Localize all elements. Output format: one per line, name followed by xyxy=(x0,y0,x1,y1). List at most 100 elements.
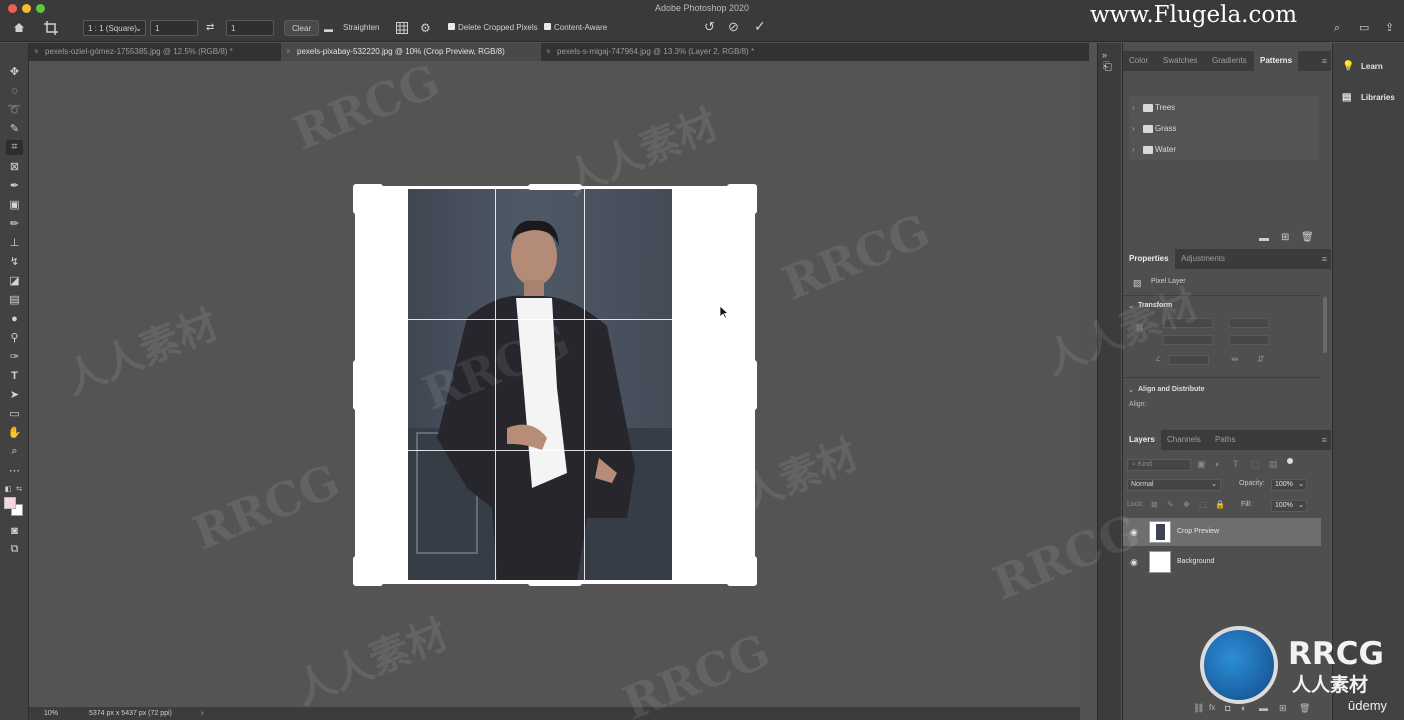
opacity-input[interactable]: 100% ⌄ xyxy=(1271,479,1307,491)
default-colors-icon[interactable]: ◧ xyxy=(3,481,13,496)
tab-swatches[interactable]: Swatches xyxy=(1157,51,1204,71)
content-aware-checkbox[interactable]: Content-Aware xyxy=(544,20,607,36)
lock-image-icon[interactable]: ✎ xyxy=(1167,500,1174,509)
tab-color[interactable]: Color xyxy=(1123,51,1154,71)
new-group-folder-icon[interactable]: ▬ xyxy=(1259,233,1269,245)
home-icon[interactable] xyxy=(13,22,25,33)
new-group-folder-icon[interactable]: ▬ xyxy=(1259,703,1268,713)
screen-mode-icon[interactable]: ⧉ xyxy=(6,542,23,557)
gradient-tool-icon[interactable]: ▤ xyxy=(6,292,23,307)
crop-handle-bottom[interactable] xyxy=(528,580,582,586)
gear-icon[interactable]: ⚙ xyxy=(420,22,431,34)
tab-patterns[interactable]: Patterns xyxy=(1254,51,1299,71)
healing-brush-tool-icon[interactable]: ▣ xyxy=(6,197,23,212)
fx-icon[interactable]: fx xyxy=(1209,703,1215,712)
filter-pixel-icon[interactable]: ▣ xyxy=(1197,459,1206,470)
layer-row-background[interactable]: ◉ Background xyxy=(1123,548,1321,576)
layer-filter-select[interactable]: ⌕ Kind xyxy=(1127,459,1191,471)
flip-horizontal-icon[interactable]: ⇹ xyxy=(1231,354,1239,365)
more-tools-icon[interactable]: ⋯ xyxy=(6,463,23,478)
canvas-area[interactable] xyxy=(29,61,1080,707)
lasso-tool-icon[interactable]: ➰ xyxy=(6,102,23,117)
foreground-color-swatch[interactable] xyxy=(4,497,16,509)
close-icon[interactable]: × xyxy=(286,43,291,61)
swap-colors-icon[interactable]: ⇆ xyxy=(14,481,24,496)
dodge-tool-icon[interactable]: ⚲ xyxy=(6,330,23,345)
chevron-right-icon[interactable]: › xyxy=(1132,98,1135,118)
frame-tool-icon[interactable]: ⊠ xyxy=(6,159,23,174)
blend-mode-select[interactable]: Normal ⌄ xyxy=(1127,479,1221,491)
hand-tool-icon[interactable]: ✋ xyxy=(6,425,23,440)
add-mask-icon[interactable]: ◘ xyxy=(1225,703,1230,713)
adjustment-layer-icon[interactable]: ◐ xyxy=(1241,703,1246,713)
chevron-down-icon[interactable]: ⌄ xyxy=(1128,386,1134,394)
crop-bounding-box[interactable] xyxy=(407,188,673,581)
filter-shape-icon[interactable]: ⬚ xyxy=(1251,459,1260,470)
zoom-level[interactable]: 10% xyxy=(44,707,58,720)
filter-smart-object-icon[interactable]: ▤ xyxy=(1269,459,1278,470)
lock-transparent-icon[interactable]: ⊠ xyxy=(1151,500,1158,509)
tab-document-3[interactable]: × pexels-s-migaj-747964.jpg @ 13.3% (Laye… xyxy=(541,43,811,61)
crop-tool-icon[interactable]: ⌗ xyxy=(6,140,23,155)
path-selection-tool-icon[interactable]: ➤ xyxy=(6,387,23,402)
eyedropper-tool-icon[interactable]: ✒ xyxy=(6,178,23,193)
clear-button[interactable]: Clear xyxy=(284,20,320,36)
crop-handle-bottom-right[interactable] xyxy=(727,556,757,586)
link-icon[interactable]: ⛓ xyxy=(1135,324,1144,332)
crop-tool-icon[interactable] xyxy=(44,21,58,35)
crop-handle-top-left[interactable] xyxy=(353,184,383,214)
close-icon[interactable]: × xyxy=(546,43,551,61)
crop-handle-bottom-left[interactable] xyxy=(353,556,383,586)
brush-tool-icon[interactable]: ✏ xyxy=(6,216,23,231)
pattern-group-grass[interactable]: › Grass xyxy=(1129,119,1319,139)
angle-field[interactable] xyxy=(1169,355,1209,365)
crop-handle-left[interactable] xyxy=(353,360,359,410)
crop-handle-top[interactable] xyxy=(528,184,582,190)
chevron-right-icon[interactable]: › xyxy=(201,707,203,720)
layer-row-crop-preview[interactable]: ◉ Crop Preview xyxy=(1123,518,1321,546)
straighten-button[interactable]: Straighten xyxy=(343,20,379,36)
pattern-group-trees[interactable]: › Trees xyxy=(1129,98,1319,118)
tab-gradients[interactable]: Gradients xyxy=(1206,51,1253,71)
crop-preview[interactable] xyxy=(353,184,757,586)
learn-button[interactable]: 💡 Learn xyxy=(1333,55,1404,79)
pattern-group-water[interactable]: › Water xyxy=(1129,140,1319,160)
move-tool-icon[interactable]: ✥ xyxy=(6,64,23,79)
tab-paths[interactable]: Paths xyxy=(1209,430,1241,450)
clone-stamp-tool-icon[interactable]: ⊥ xyxy=(6,235,23,250)
tab-layers[interactable]: Layers xyxy=(1123,430,1161,450)
quick-selection-tool-icon[interactable]: ✎ xyxy=(6,121,23,136)
new-layer-icon[interactable]: ⊞ xyxy=(1279,703,1287,714)
crop-handle-top-right[interactable] xyxy=(727,184,757,214)
swap-dimensions-icon[interactable]: ⇄ xyxy=(206,22,214,34)
ratio-width-input[interactable]: 1 xyxy=(150,20,198,36)
close-icon[interactable]: × xyxy=(34,43,39,61)
flip-vertical-icon[interactable]: ⇵ xyxy=(1257,354,1265,365)
eye-icon[interactable]: ◉ xyxy=(1130,548,1138,576)
crop-handle-right[interactable] xyxy=(751,360,757,410)
trash-icon[interactable]: 🗑 xyxy=(1299,703,1310,714)
tab-properties[interactable]: Properties xyxy=(1123,249,1175,269)
blur-tool-icon[interactable]: ● xyxy=(6,311,23,326)
width-field[interactable] xyxy=(1163,318,1213,328)
panel-menu-icon[interactable]: ≡ xyxy=(1322,56,1327,66)
tab-document-1[interactable]: × pexels-oziel-gómez-1755385.jpg @ 12.5% … xyxy=(29,43,281,61)
link-layers-icon[interactable]: ⛓ xyxy=(1193,703,1204,714)
height-field[interactable] xyxy=(1163,335,1213,345)
search-icon[interactable]: ⌕ xyxy=(1334,22,1340,34)
filter-adjustment-icon[interactable]: ◐ xyxy=(1215,459,1220,469)
ratio-height-input[interactable]: 1 xyxy=(226,20,274,36)
chevron-right-icon[interactable]: › xyxy=(1132,119,1135,139)
marquee-tool-icon[interactable]: ◌ xyxy=(6,83,23,98)
quick-mask-icon[interactable]: ◙ xyxy=(6,523,23,538)
type-tool-icon[interactable]: T xyxy=(6,368,23,383)
overlay-grid-icon[interactable] xyxy=(396,22,408,34)
workspace-icon[interactable]: ▭ xyxy=(1359,22,1369,34)
eye-icon[interactable]: ◉ xyxy=(1130,518,1138,546)
properties-scrollbar[interactable] xyxy=(1323,297,1327,353)
chevron-right-icon[interactable]: › xyxy=(1132,140,1135,160)
eraser-tool-icon[interactable]: ◪ xyxy=(6,273,23,288)
fill-input[interactable]: 100% ⌄ xyxy=(1271,500,1307,512)
delete-cropped-checkbox[interactable]: Delete Cropped Pixels xyxy=(448,20,538,36)
pen-tool-icon[interactable]: ✑ xyxy=(6,349,23,364)
